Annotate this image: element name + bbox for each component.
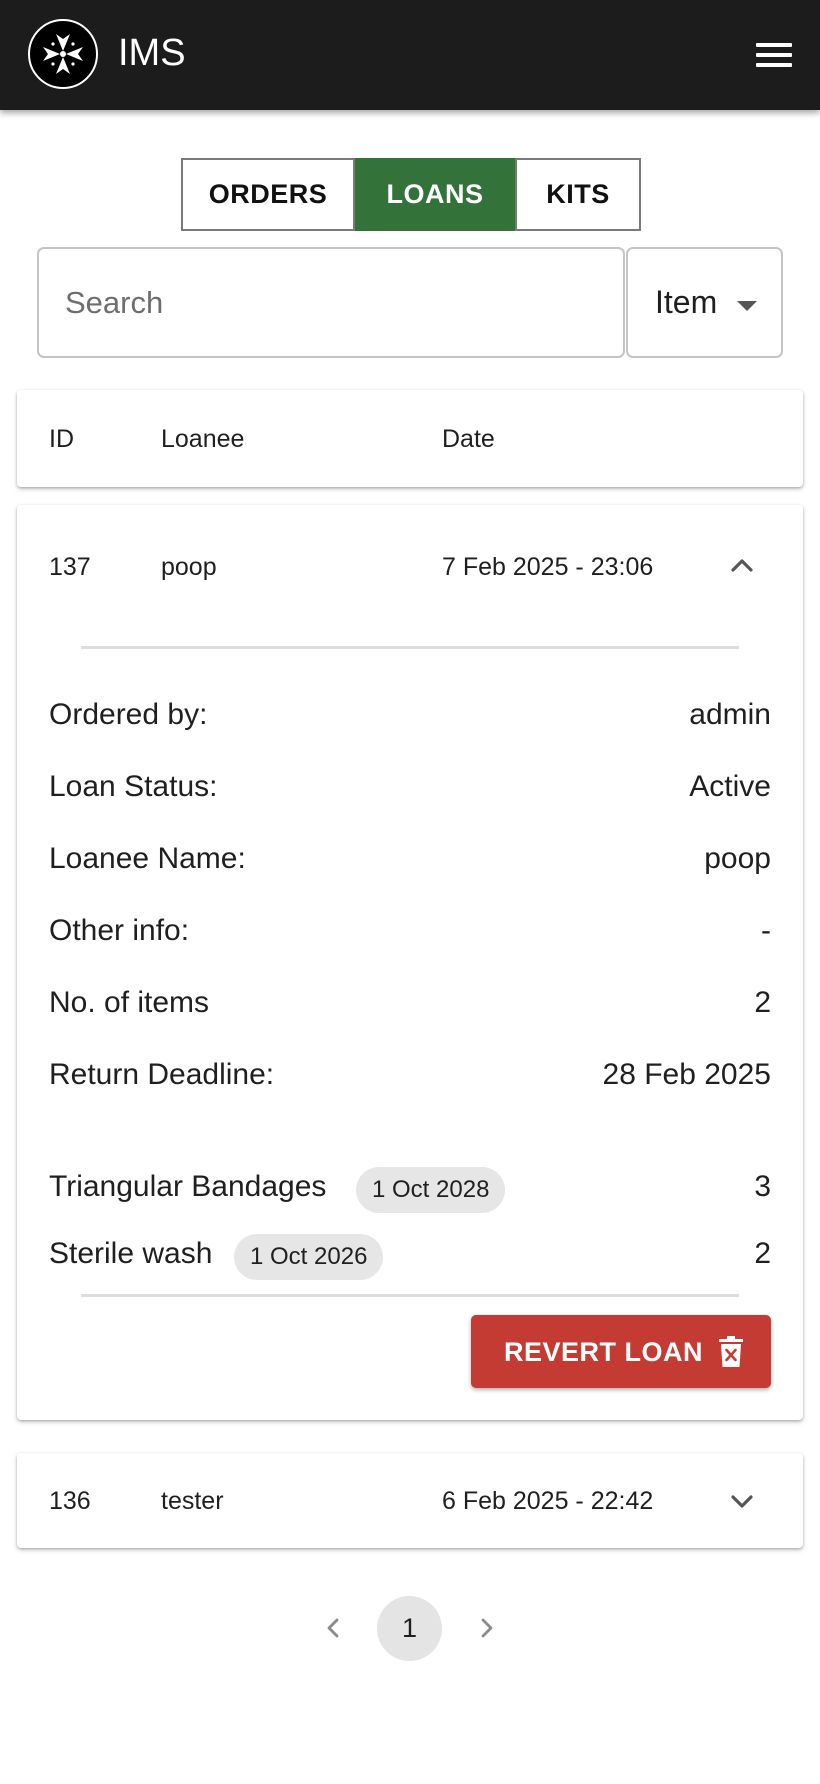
detail-label-item-count: No. of items	[49, 986, 210, 1019]
maltese-cross-logo-icon[interactable]	[28, 19, 98, 89]
loan-date: 6 Feb 2025 - 22:42	[442, 1487, 654, 1515]
chevron-left-icon[interactable]	[318, 1612, 350, 1644]
detail-value-loanee-name: poop	[704, 842, 771, 875]
table-header: ID Loanee Date	[17, 390, 803, 487]
app-bar: IMS	[0, 0, 820, 110]
chevron-up-icon[interactable]	[727, 551, 757, 581]
loan-row-137: 137 poop 7 Feb 2025 - 23:06 Ordered by: …	[17, 505, 803, 1420]
chevron-right-icon[interactable]	[470, 1612, 502, 1644]
header-loanee: Loanee	[161, 425, 245, 453]
page-number-current[interactable]: 1	[377, 1596, 442, 1661]
item-quantity: 3	[754, 1170, 771, 1203]
detail-label-loanee-name: Loanee Name:	[49, 842, 246, 875]
loan-id: 136	[49, 1487, 91, 1515]
detail-label-loan-status: Loan Status:	[49, 770, 218, 803]
tab-orders[interactable]: ORDERS	[181, 158, 355, 231]
hamburger-menu-icon[interactable]	[748, 36, 796, 76]
detail-label-ordered-by: Ordered by:	[49, 698, 208, 731]
tab-kits[interactable]: KITS	[515, 158, 641, 231]
item-name: Sterile wash	[49, 1237, 213, 1270]
tab-loans[interactable]: LOANS	[355, 158, 515, 231]
details-divider	[81, 646, 739, 649]
expiry-chip: 1 Oct 2026	[234, 1234, 384, 1280]
detail-value-other-info: -	[761, 914, 771, 947]
revert-loan-label: REVERT LOAN	[504, 1337, 704, 1367]
detail-value-return-deadline: 28 Feb 2025	[602, 1058, 771, 1091]
header-date: Date	[442, 425, 495, 453]
expiry-chip: 1 Oct 2028	[356, 1167, 506, 1213]
section-tabs: ORDERS LOANS KITS	[181, 158, 641, 231]
detail-label-other-info: Other info:	[49, 914, 190, 947]
header-id: ID	[49, 425, 74, 453]
loan-row-136[interactable]: 136 tester 6 Feb 2025 - 22:42	[17, 1453, 803, 1548]
search-filter-value: Item	[655, 284, 718, 320]
app-title: IMS	[118, 32, 186, 74]
detail-label-return-deadline: Return Deadline:	[49, 1058, 275, 1091]
search-input[interactable]	[37, 247, 625, 358]
caret-down-icon	[737, 301, 757, 311]
loan-id: 137	[49, 553, 91, 581]
trash-x-icon	[719, 1336, 743, 1367]
chevron-down-icon[interactable]	[727, 1486, 757, 1516]
items-divider	[81, 1294, 739, 1297]
detail-value-ordered-by: admin	[689, 698, 771, 731]
item-name: Triangular Bandages	[49, 1170, 327, 1203]
loan-loanee: tester	[161, 1487, 224, 1515]
detail-value-loan-status: Active	[689, 770, 771, 803]
revert-loan-button[interactable]: REVERT LOAN	[471, 1315, 771, 1388]
detail-value-item-count: 2	[754, 986, 771, 1019]
loan-date: 7 Feb 2025 - 23:06	[442, 553, 654, 581]
item-quantity: 2	[754, 1237, 771, 1270]
search-filter-select[interactable]: Item	[626, 247, 783, 358]
loan-loanee: poop	[161, 553, 217, 581]
